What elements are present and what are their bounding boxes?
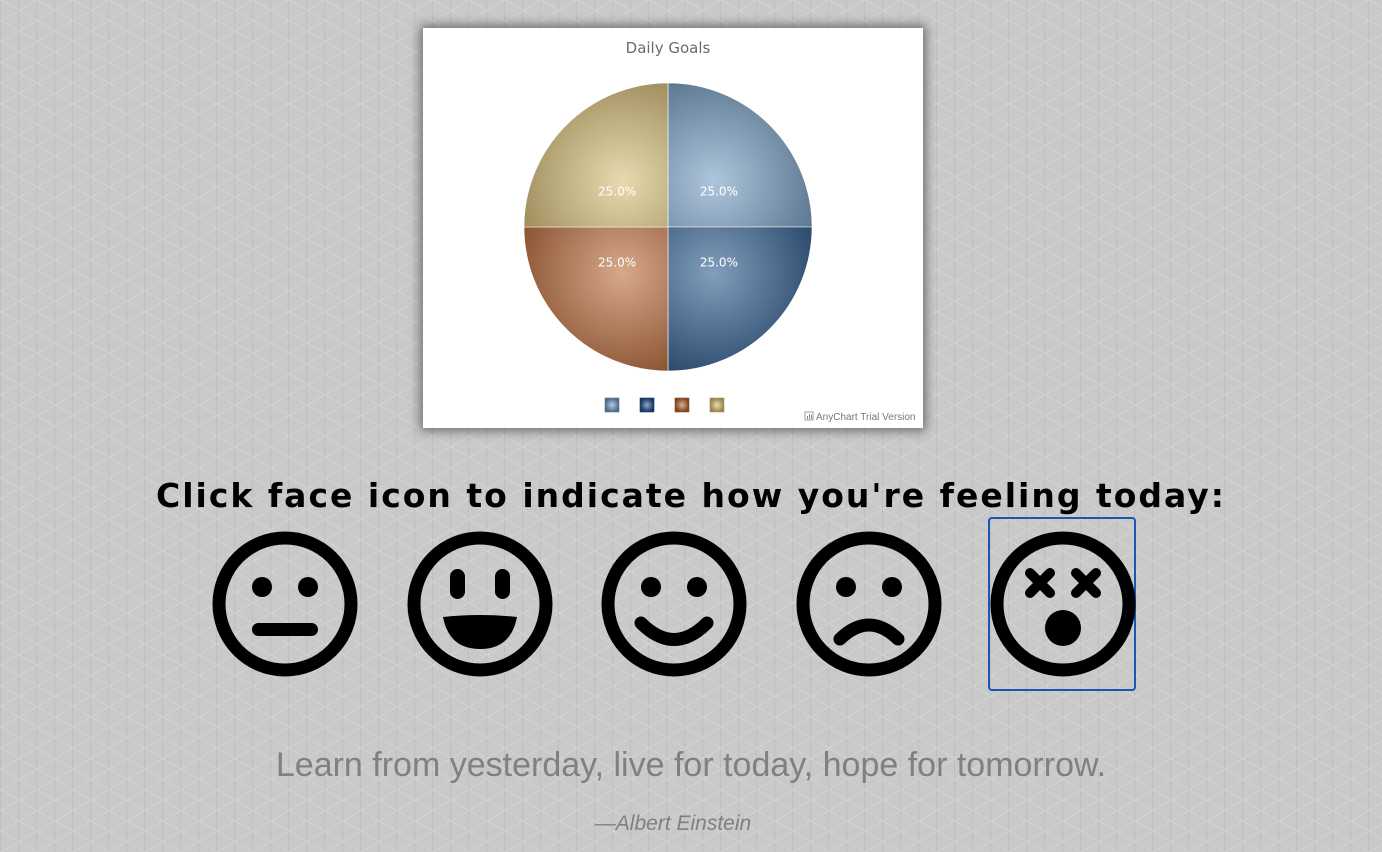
neutral-face-icon xyxy=(212,531,358,677)
quote-author: —Albert Einstein xyxy=(594,812,752,835)
pie-slice-4[interactable] xyxy=(523,82,669,228)
mood-dizzy-button[interactable] xyxy=(988,517,1136,691)
legend-marker-3[interactable] xyxy=(674,397,690,413)
frowning-face-icon xyxy=(796,531,942,677)
dizzy-face-icon xyxy=(990,531,1136,677)
pie-slice-3[interactable] xyxy=(523,226,669,372)
daily-goals-chart: Daily Goals 25.0% 25.0% 25.0% 25.0% AnyChar… xyxy=(423,28,923,428)
pie-slice-label-2: 25.0% xyxy=(700,256,738,270)
pie-chart-svg: Daily Goals 25.0% 25.0% 25.0% 25.0% AnyChar… xyxy=(523,39,916,423)
pie-slice-label-3: 25.0% xyxy=(598,256,636,270)
legend-marker-2[interactable] xyxy=(639,397,655,413)
pie-slice-2[interactable] xyxy=(667,226,813,372)
grinning-face-icon xyxy=(407,531,553,677)
smiling-face-icon xyxy=(601,531,747,677)
mood-grinning-button[interactable] xyxy=(405,517,553,691)
chart-credit-text: AnyChart Trial Version xyxy=(816,412,916,423)
mood-smiling-button[interactable] xyxy=(599,517,747,691)
mood-neutral-button[interactable] xyxy=(210,517,358,691)
mood-selector xyxy=(0,517,1382,697)
chart-title: Daily Goals xyxy=(626,39,711,57)
chart-credit-icon xyxy=(804,411,814,421)
pie-slice-label-4: 25.0% xyxy=(598,184,636,198)
pie-slice-1[interactable] xyxy=(667,82,813,228)
legend-marker-1[interactable] xyxy=(604,397,620,413)
pie-slice-label-1: 25.0% xyxy=(700,184,738,198)
anychart-credit[interactable]: AnyChart Trial Version xyxy=(804,411,916,423)
legend-marker-4[interactable] xyxy=(709,397,725,413)
feeling-prompt-heading: Click face icon to indicate how you're f… xyxy=(155,476,1226,515)
quote-text: Learn from yesterday, live for today, ho… xyxy=(275,746,1107,784)
mood-frowning-button[interactable] xyxy=(794,517,942,691)
